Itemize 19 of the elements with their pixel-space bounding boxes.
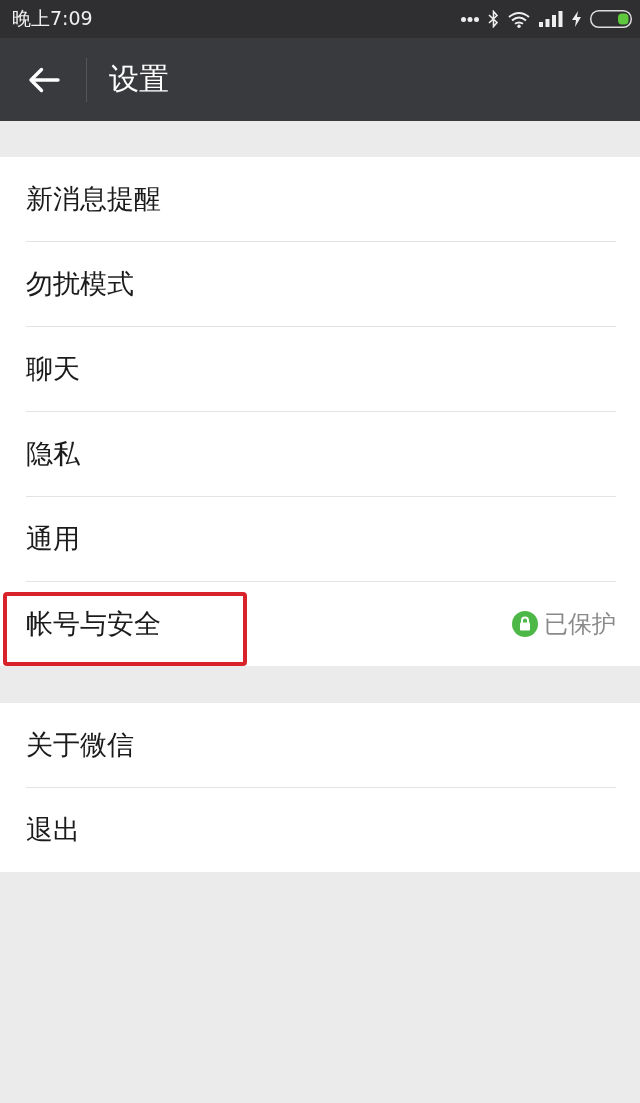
settings-item[interactable]: 关于微信 (0, 703, 640, 787)
signal-icon (539, 11, 563, 27)
settings-item[interactable]: 勿扰模式 (0, 242, 640, 326)
settings-item[interactable]: 新消息提醒 (0, 157, 640, 241)
charging-bolt-icon (572, 11, 581, 27)
ellipsis-icon (461, 16, 479, 22)
settings-item[interactable]: 通用 (0, 497, 640, 581)
bluetooth-icon (488, 10, 499, 28)
settings-item[interactable]: 隐私 (0, 412, 640, 496)
settings-item[interactable]: 退出 (0, 788, 640, 872)
battery-icon (590, 10, 632, 28)
lock-icon (512, 611, 538, 637)
wifi-icon (508, 10, 530, 28)
settings-item[interactable]: 帐号与安全 已保护 (0, 582, 640, 666)
status-time: 晚上7:09 (12, 6, 93, 31)
page-title: 设置 (109, 60, 169, 98)
settings-item[interactable]: 聊天 (0, 327, 640, 411)
back-arrow-icon[interactable] (28, 66, 60, 93)
status-text: 已保护 (544, 609, 616, 640)
